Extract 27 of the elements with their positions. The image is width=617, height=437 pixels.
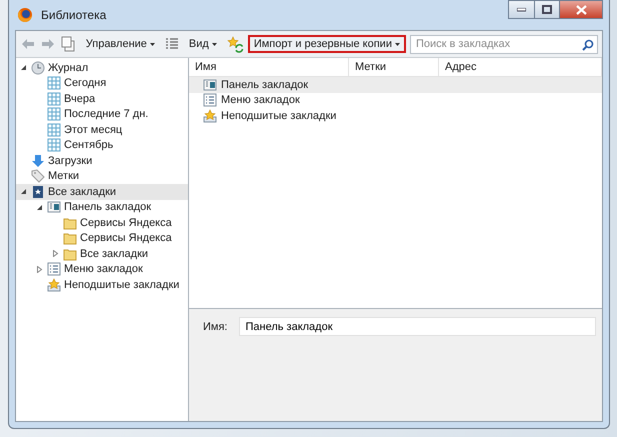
tree-item[interactable]: Сегодня [16,76,188,91]
tree-item[interactable]: Журнал [16,60,188,76]
tree-item[interactable]: Сервисы Яндекса [16,230,188,246]
menu-button[interactable]: Управление [80,35,161,53]
table-row[interactable]: Панель закладок [189,77,602,92]
tree-item[interactable]: Неподшитые закладки [16,277,188,292]
tree-item[interactable]: Меню закладок [16,262,188,277]
table-row[interactable]: Неподшитые закладки [189,108,602,124]
column-header[interactable]: Адрес [439,58,602,76]
menu-button[interactable]: Импорт и резервные копии [248,35,406,53]
tree-item[interactable]: Этот месяц [16,122,188,138]
column-header[interactable]: Имя [189,58,349,76]
window-title: Библиотека [41,8,108,22]
name-field[interactable]: Панель закладок [239,317,596,336]
tree-item[interactable]: Последние 7 дн. [16,106,188,122]
tree-item[interactable]: Загрузки [16,153,188,168]
name-label: Имя: [203,321,228,333]
tree-item[interactable]: Сервисы Яндекса [16,215,188,230]
tree-item[interactable]: Вчера [16,91,188,106]
tree-item[interactable]: Сентябрь [16,138,188,153]
menu-button[interactable]: Вид [182,35,223,53]
tree-item[interactable]: Панель закладок [16,200,188,215]
column-header[interactable]: Метки [349,58,439,76]
table-row[interactable]: Меню закладок [189,92,602,108]
tree-item[interactable]: Все закладки [16,246,188,262]
search-field[interactable]: Поиск в закладках [410,34,598,54]
tree-item[interactable]: Метки [16,168,188,184]
